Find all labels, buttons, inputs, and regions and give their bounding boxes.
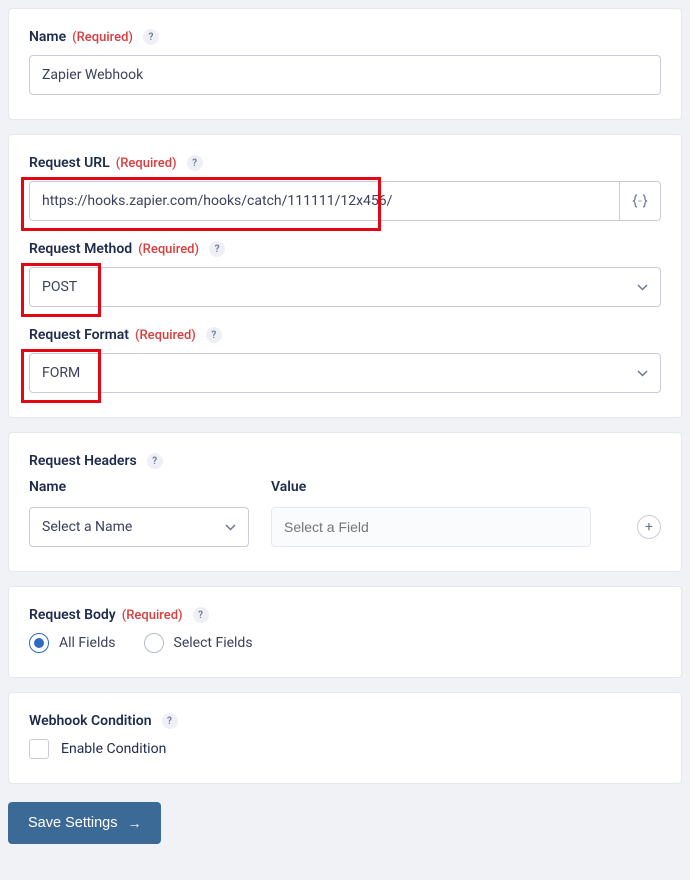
header-name-label: Name	[29, 479, 249, 495]
name-input[interactable]	[29, 55, 661, 95]
save-settings-button[interactable]: Save Settings →	[8, 802, 161, 844]
request-method-select[interactable]: POST	[29, 267, 661, 307]
enable-condition-checkbox[interactable]	[29, 739, 49, 759]
request-url-input[interactable]	[29, 181, 619, 221]
radio-all-fields-label: All Fields	[59, 635, 116, 651]
request-headers-label-text: Request Headers	[29, 453, 137, 469]
radio-dot	[34, 638, 44, 648]
enable-condition-row[interactable]: Enable Condition	[29, 739, 661, 759]
chevron-down-icon	[637, 365, 648, 381]
plus-icon: +	[645, 519, 653, 535]
name-card: Name (Required) ?	[8, 8, 682, 120]
arrow-right-icon: →	[127, 815, 141, 831]
request-url-label-text: Request URL	[29, 155, 110, 171]
help-icon[interactable]: ?	[193, 607, 209, 623]
required-marker: (Required)	[135, 328, 196, 343]
help-icon[interactable]: ?	[147, 453, 163, 469]
request-method-group: Request Method (Required) ? POST	[29, 241, 661, 307]
chevron-down-icon	[637, 279, 648, 295]
request-body-label: Request Body (Required) ?	[29, 607, 661, 623]
chevron-down-icon	[225, 519, 236, 535]
request-format-value: FORM	[42, 365, 80, 381]
merge-tag-button[interactable]	[619, 181, 661, 221]
name-label-text: Name	[29, 29, 66, 45]
save-settings-label: Save Settings	[28, 815, 117, 831]
enable-condition-label: Enable Condition	[61, 741, 166, 757]
add-header-button[interactable]: +	[637, 515, 661, 539]
request-url-group: Request URL (Required) ?	[29, 155, 661, 221]
header-name-col: Name Select a Name	[29, 479, 249, 547]
request-body-label-text: Request Body	[29, 607, 116, 623]
radio-all-fields[interactable]: All Fields	[29, 633, 116, 653]
request-method-value: POST	[42, 279, 77, 295]
body-radio-group: All Fields Select Fields	[29, 633, 661, 653]
help-icon[interactable]: ?	[162, 713, 178, 729]
request-method-label: Request Method (Required) ?	[29, 241, 661, 257]
headers-row: Name Select a Name Value +	[29, 479, 661, 547]
request-format-label: Request Format (Required) ?	[29, 327, 661, 343]
webhook-condition-card: Webhook Condition ? Enable Condition	[8, 692, 682, 784]
webhook-condition-label-text: Webhook Condition	[29, 713, 152, 729]
request-body-card: Request Body (Required) ? All Fields Sel…	[8, 586, 682, 678]
required-marker: (Required)	[138, 242, 199, 257]
url-row	[29, 181, 661, 221]
required-marker: (Required)	[72, 30, 133, 45]
radio-select-fields[interactable]: Select Fields	[144, 633, 253, 653]
request-format-group: Request Format (Required) ? FORM	[29, 327, 661, 393]
header-name-value: Select a Name	[42, 519, 132, 535]
radio-circle-checked	[29, 633, 49, 653]
request-headers-card: Request Headers ? Name Select a Name Val…	[8, 432, 682, 572]
header-value-input[interactable]	[271, 507, 591, 547]
header-name-select[interactable]: Select a Name	[29, 507, 249, 547]
request-headers-label: Request Headers ?	[29, 453, 661, 469]
webhook-condition-label: Webhook Condition ?	[29, 713, 661, 729]
request-method-label-text: Request Method	[29, 241, 132, 257]
help-icon[interactable]: ?	[143, 29, 159, 45]
merge-tag-icon	[632, 194, 648, 208]
radio-select-fields-label: Select Fields	[174, 635, 253, 651]
required-marker: (Required)	[116, 156, 177, 171]
request-url-label: Request URL (Required) ?	[29, 155, 661, 171]
help-icon[interactable]: ?	[206, 327, 222, 343]
request-format-select[interactable]: FORM	[29, 353, 661, 393]
request-format-label-text: Request Format	[29, 327, 129, 343]
help-icon[interactable]: ?	[209, 241, 225, 257]
header-value-col: Value	[271, 479, 591, 547]
help-icon[interactable]: ?	[187, 155, 203, 171]
required-marker: (Required)	[122, 608, 183, 623]
radio-circle	[144, 633, 164, 653]
request-config-card: Request URL (Required) ? Request Method …	[8, 134, 682, 418]
name-label: Name (Required) ?	[29, 29, 661, 45]
header-value-label: Value	[271, 479, 591, 495]
